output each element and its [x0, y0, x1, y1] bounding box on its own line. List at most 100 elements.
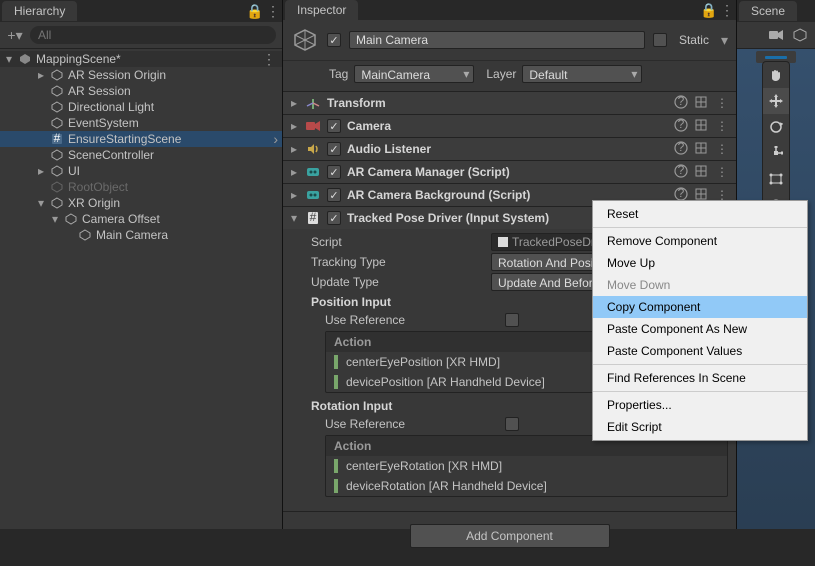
kebab-icon[interactable]: ⋮ — [714, 119, 730, 133]
scale-tool[interactable] — [763, 140, 789, 166]
component: ▸Transform?⋮ — [283, 92, 736, 115]
gameobject-header: Static ▾ — [283, 20, 736, 61]
kebab-icon[interactable]: ⋮ — [714, 96, 730, 110]
gameobject-enabled-checkbox[interactable] — [327, 33, 341, 47]
expand-icon[interactable]: ▾ — [50, 212, 60, 226]
context-menu-item[interactable]: Find References In Scene — [593, 367, 807, 389]
tab-inspector[interactable]: Inspector — [285, 0, 358, 20]
hand-tool[interactable] — [763, 62, 789, 88]
component: ▸ Audio Listener? ⋮ — [283, 138, 736, 161]
context-menu-item[interactable]: Copy Component — [593, 296, 807, 318]
inspector-tab-bar: Inspector 🔒 ⋮ — [283, 0, 736, 20]
layer-dropdown[interactable]: Default — [522, 65, 642, 83]
use-reference-checkbox[interactable] — [505, 417, 519, 431]
component-enabled-checkbox[interactable] — [327, 211, 341, 225]
static-dropdown-icon[interactable]: ▾ — [721, 32, 728, 49]
hierarchy-item[interactable]: Directional Light — [0, 99, 282, 115]
hierarchy-item[interactable]: ▾Camera Offset — [0, 211, 282, 227]
hierarchy-item[interactable]: #EnsureStartingScene› — [0, 131, 282, 147]
gameobject-icon — [50, 148, 64, 162]
help-icon[interactable]: ? — [674, 164, 688, 181]
add-component-button[interactable]: Add Component — [410, 524, 610, 548]
gizmos-icon[interactable] — [791, 26, 809, 44]
use-reference-label: Use Reference — [325, 417, 505, 431]
gameobject-icon — [50, 100, 64, 114]
scene-camera-icon[interactable] — [767, 26, 785, 44]
kebab-icon[interactable]: ⋮ — [718, 1, 736, 19]
hierarchy-item[interactable]: ▸UI — [0, 163, 282, 179]
action-item[interactable]: centerEyeRotation [XR HMD] — [326, 456, 727, 476]
expand-icon[interactable]: ▾ — [289, 211, 299, 225]
scene-row[interactable]: ▾ MappingScene* ⋮ — [0, 51, 282, 67]
preset-icon[interactable] — [694, 95, 708, 112]
expand-icon[interactable]: ▸ — [289, 165, 299, 179]
hierarchy-search-input[interactable] — [30, 26, 276, 44]
component-enabled-checkbox[interactable] — [327, 119, 341, 133]
component-header[interactable]: ▸AR Camera Manager (Script)?⋮ — [283, 161, 736, 183]
expand-icon[interactable]: ▸ — [289, 188, 299, 202]
hierarchy-item-label: EventSystem — [68, 116, 278, 130]
help-icon[interactable]: ? — [674, 118, 688, 135]
gameobject-icon — [50, 84, 64, 98]
preset-icon[interactable] — [694, 118, 708, 135]
context-menu-item[interactable]: Edit Script — [593, 416, 807, 438]
use-reference-checkbox[interactable] — [505, 313, 519, 327]
rotate-tool[interactable] — [763, 114, 789, 140]
rect-tool[interactable] — [763, 166, 789, 192]
kebab-icon[interactable]: ⋮ — [264, 2, 282, 20]
component-header[interactable]: ▸ Camera? ⋮ — [283, 115, 736, 137]
tag-dropdown[interactable]: MainCamera — [354, 65, 474, 83]
component-title: Audio Listener — [347, 142, 668, 156]
tab-hierarchy[interactable]: Hierarchy — [2, 1, 77, 21]
hierarchy-item[interactable]: EventSystem — [0, 115, 282, 131]
context-menu-item[interactable]: Paste Component As New — [593, 318, 807, 340]
expand-icon[interactable]: ▸ — [36, 164, 46, 178]
create-dropdown-icon[interactable]: +▾ — [6, 26, 24, 44]
tag-layer-row: Tag MainCamera Layer Default — [283, 61, 736, 92]
expand-icon[interactable]: ▸ — [289, 96, 299, 110]
action-item-label: deviceRotation [AR Handheld Device] — [346, 479, 547, 493]
hierarchy-item[interactable]: ▾ XR Origin — [0, 195, 282, 211]
action-item[interactable]: deviceRotation [AR Handheld Device] — [326, 476, 727, 496]
action-item-label: centerEyePosition [XR HMD] — [346, 355, 500, 369]
component-enabled-checkbox[interactable] — [327, 188, 341, 202]
expand-icon[interactable]: ▸ — [289, 142, 299, 156]
expand-icon[interactable]: ▸ — [289, 119, 299, 133]
context-menu-item[interactable]: Reset — [593, 203, 807, 225]
component-icon: # — [305, 210, 321, 226]
kebab-icon[interactable]: ⋮ — [714, 165, 730, 179]
lock-icon[interactable]: 🔒 — [700, 1, 718, 19]
component-enabled-checkbox[interactable] — [327, 142, 341, 156]
component-title: Camera — [347, 119, 668, 133]
hierarchy-item-label: XR Origin — [68, 196, 278, 210]
gameobject-name-input[interactable] — [349, 31, 645, 49]
move-tool[interactable] — [763, 88, 789, 114]
tab-scene[interactable]: Scene — [739, 1, 797, 21]
hierarchy-item[interactable]: SceneController — [0, 147, 282, 163]
hierarchy-item[interactable]: ▸AR Session Origin — [0, 67, 282, 83]
hierarchy-item[interactable]: AR Session — [0, 83, 282, 99]
lock-icon[interactable]: 🔒 — [246, 2, 264, 20]
expand-icon[interactable]: ▸ — [36, 68, 46, 82]
component-enabled-checkbox[interactable] — [327, 165, 341, 179]
context-menu-item[interactable]: Remove Component — [593, 230, 807, 252]
static-checkbox[interactable] — [653, 33, 667, 47]
context-menu-item[interactable]: Properties... — [593, 394, 807, 416]
preset-icon[interactable] — [694, 141, 708, 158]
help-icon[interactable]: ? — [674, 95, 688, 112]
preset-icon[interactable] — [694, 164, 708, 181]
context-menu-item[interactable]: Paste Component Values — [593, 340, 807, 362]
hierarchy-item[interactable]: RootObject — [0, 179, 282, 195]
component-icon — [305, 141, 321, 157]
kebab-icon[interactable]: ⋮ — [714, 142, 730, 156]
hierarchy-item[interactable]: Main Camera — [0, 227, 282, 243]
component-header[interactable]: ▸Transform?⋮ — [283, 92, 736, 114]
use-reference-label: Use Reference — [325, 313, 505, 327]
kebab-icon[interactable]: ⋮ — [260, 50, 278, 68]
context-menu-item[interactable]: Move Up — [593, 252, 807, 274]
expand-icon[interactable]: ▾ — [4, 52, 14, 66]
component-header[interactable]: ▸ Audio Listener? ⋮ — [283, 138, 736, 160]
help-icon[interactable]: ? — [674, 141, 688, 158]
hierarchy-tab-bar: Hierarchy 🔒 ⋮ — [0, 0, 282, 22]
expand-icon[interactable]: ▾ — [36, 196, 46, 210]
